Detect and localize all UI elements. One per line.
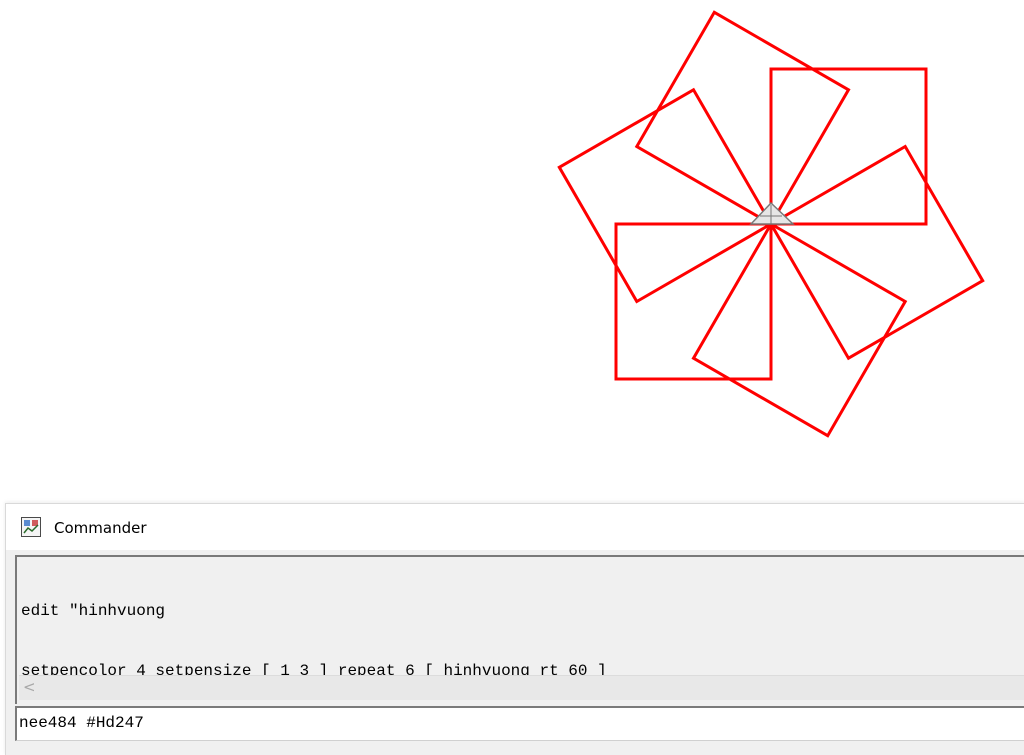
horizontal-scrollbar[interactable]: < (19, 675, 1024, 700)
commander-title: Commander (54, 519, 147, 537)
scroll-left-arrow-icon[interactable]: < (23, 678, 36, 696)
square-6 (634, 10, 851, 227)
command-input[interactable] (19, 710, 1009, 736)
commander-window: Commander edit "hinhvuong setpencolor 4 … (5, 503, 1024, 755)
command-history[interactable]: edit "hinhvuong setpencolor 4 setpensize… (15, 555, 1024, 704)
square-5 (557, 87, 774, 304)
turtle-drawing (557, 10, 985, 438)
commander-app-icon (21, 517, 41, 537)
square-3 (691, 221, 908, 438)
command-input-container (15, 706, 1024, 741)
commander-titlebar[interactable]: Commander (6, 504, 1024, 550)
square-2 (768, 144, 985, 361)
graphics-canvas[interactable] (0, 0, 1024, 500)
history-line[interactable]: edit "hinhvuong (21, 601, 1024, 621)
